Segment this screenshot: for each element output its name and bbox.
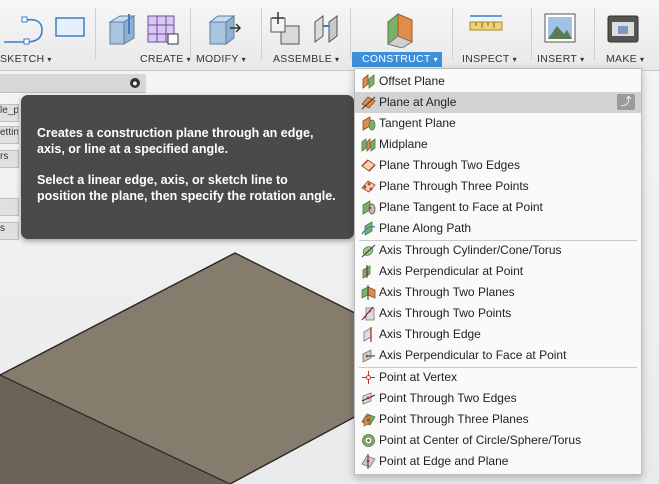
browser-item[interactable] <box>0 198 19 216</box>
sketch-menu[interactable]: SKETCH ▾ <box>0 53 52 65</box>
insert-menu[interactable]: INSERT ▾ <box>537 53 584 65</box>
press-pull-icon[interactable] <box>206 12 242 46</box>
axis-cylinder-icon <box>361 244 376 258</box>
menu-item-axis-perpendicular-at-point[interactable]: Axis Perpendicular at Point <box>355 261 641 282</box>
toolbar-divider <box>452 8 453 60</box>
plane-three-points-icon <box>361 180 376 193</box>
menu-item-plane-along-path[interactable]: Plane Along Path <box>355 218 641 239</box>
sketch-group[interactable]: SKETCH ▾ <box>0 0 92 70</box>
pattern-icon[interactable] <box>144 12 180 46</box>
toolbar-divider <box>95 8 96 60</box>
axis-perpendicular-face-icon <box>362 349 375 363</box>
browser-item[interactable]: rs <box>0 150 19 168</box>
menu-item-point-at-edge-and-plane[interactable]: Point at Edge and Plane <box>355 451 641 472</box>
browser-panel-items: le_p ettin rs s <box>0 98 20 240</box>
menu-item-plane-through-three-points[interactable]: Plane Through Three Points <box>355 176 641 197</box>
browser-item[interactable]: le_p <box>0 104 19 122</box>
axis-edge-icon <box>363 327 372 342</box>
toolbar-divider <box>350 8 351 60</box>
menu-item-axis-through-two-points[interactable]: Axis Through Two Points <box>355 303 641 324</box>
point-edge-plane-icon <box>361 454 376 469</box>
offset-plane-icon <box>362 74 375 89</box>
menu-item-axis-through-two-planes[interactable]: Axis Through Two Planes <box>355 282 641 303</box>
assemble-menu[interactable]: ASSEMBLE ▾ <box>273 53 339 65</box>
insert-group[interactable]: INSERT ▾ <box>533 0 591 70</box>
menu-item-axis-through-cylinder[interactable]: Axis Through Cylinder/Cone/Torus <box>355 240 641 261</box>
plane-tangent-face-icon <box>362 200 376 215</box>
toolbar-divider <box>190 8 191 60</box>
submenu-arrow-icon[interactable]: ⤴ <box>617 94 635 110</box>
point-three-planes-icon <box>361 413 376 427</box>
construct-menu[interactable]: CONSTRUCT ▾ <box>352 52 442 67</box>
assemble-group[interactable]: ASSEMBLE ▾ <box>263 0 347 70</box>
extrude-icon[interactable] <box>104 12 138 46</box>
menu-item-offset-plane[interactable]: Offset Plane <box>355 71 641 92</box>
menu-item-axis-through-edge[interactable]: Axis Through Edge <box>355 324 641 345</box>
tooltip-description: Creates a construction plane through an … <box>37 126 314 156</box>
create-group[interactable]: CREATE ▾ <box>100 0 191 70</box>
plane-two-edges-icon <box>361 159 376 172</box>
tooltip: Creates a construction plane through an … <box>21 95 354 239</box>
tooltip-instructions: Select a linear edge, axis, or sketch li… <box>37 173 336 203</box>
menu-item-point-at-vertex[interactable]: Point at Vertex <box>355 367 641 388</box>
toolbar-divider <box>531 8 532 60</box>
browser-panel-header: ● <box>0 74 146 93</box>
panel-collapse-button[interactable]: ● <box>130 78 140 88</box>
axis-two-points-icon <box>361 306 375 321</box>
menu-item-point-through-two-edges[interactable]: Point Through Two Edges <box>355 388 641 409</box>
inspect-group[interactable]: INSPECT ▾ <box>454 0 528 70</box>
measure-icon[interactable] <box>468 12 504 42</box>
modify-menu[interactable]: MODIFY ▾ <box>196 53 246 65</box>
make-group[interactable]: MAKE ▾ <box>596 0 659 70</box>
menu-item-plane-at-angle[interactable]: Plane at Angle ⤴ <box>355 92 641 113</box>
browser-item[interactable]: s <box>0 222 19 240</box>
point-vertex-icon <box>362 371 375 384</box>
menu-item-tangent-plane[interactable]: Tangent Plane <box>355 113 641 134</box>
sketch-arc-icon[interactable] <box>2 12 46 46</box>
toolbar-divider <box>261 8 262 60</box>
construct-plane-icon[interactable] <box>384 12 418 48</box>
make-menu[interactable]: MAKE ▾ <box>606 53 644 65</box>
menu-item-point-through-three-planes[interactable]: Point Through Three Planes <box>355 409 641 430</box>
create-menu[interactable]: CREATE ▾ <box>140 53 191 65</box>
menu-item-plane-through-two-edges[interactable]: Plane Through Two Edges <box>355 155 641 176</box>
inspect-menu[interactable]: INSPECT ▾ <box>462 53 517 65</box>
sketch-rectangle-icon[interactable] <box>54 12 88 44</box>
plane-along-path-icon <box>361 221 376 236</box>
menu-item-axis-perpendicular-to-face-at-point[interactable]: Axis Perpendicular to Face at Point <box>355 345 641 366</box>
3d-print-icon[interactable] <box>606 12 640 46</box>
plane-at-angle-icon <box>361 96 376 110</box>
point-two-edges-icon <box>361 392 376 405</box>
toolbar: SKETCH ▾ CREATE ▾ MODIFY ▾ ASSEMBLE ▾ CO… <box>0 0 659 71</box>
toolbar-divider <box>594 8 595 60</box>
insert-image-icon[interactable] <box>543 12 577 46</box>
axis-perpendicular-point-icon <box>362 265 371 279</box>
modify-group[interactable]: MODIFY ▾ <box>192 0 258 70</box>
menu-item-midplane[interactable]: Midplane <box>355 134 641 155</box>
point-center-icon <box>362 434 375 447</box>
midplane-icon <box>361 138 376 152</box>
menu-item-plane-tangent-to-face-at-point[interactable]: Plane Tangent to Face at Point <box>355 197 641 218</box>
axis-two-planes-icon <box>361 285 376 300</box>
joint-icon[interactable] <box>311 12 343 46</box>
construct-dropdown-menu: Offset Plane Plane at Angle ⤴ Tangent Pl… <box>354 68 642 475</box>
browser-item[interactable]: ettin <box>0 126 19 144</box>
construct-group[interactable]: CONSTRUCT ▾ <box>352 0 448 70</box>
tangent-plane-icon <box>362 116 376 131</box>
menu-item-point-at-center[interactable]: Point at Center of Circle/Sphere/Torus <box>355 430 641 451</box>
new-component-icon[interactable] <box>269 12 303 46</box>
